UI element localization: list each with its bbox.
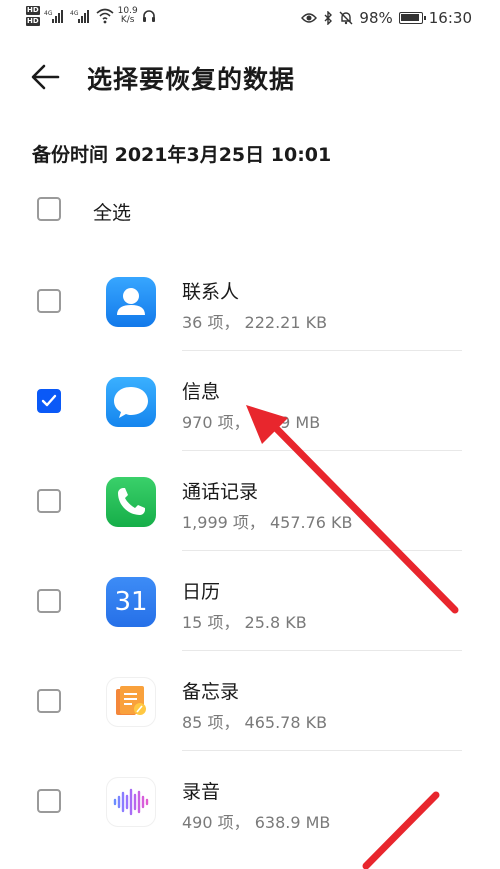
- item-checkbox[interactable]: [37, 589, 61, 613]
- item-subtitle: 15 项， 25.8 KB: [182, 613, 307, 632]
- item-checkbox[interactable]: [37, 289, 61, 313]
- list-item-notes[interactable]: 备忘录 85 项， 465.78 KB: [0, 651, 500, 751]
- phone-icon: [106, 477, 156, 527]
- item-title: 信息: [182, 381, 221, 403]
- recorder-icon: [106, 777, 156, 827]
- item-title: 日历: [182, 581, 221, 603]
- back-arrow-icon[interactable]: [30, 62, 64, 92]
- status-left: HD HD 4G 4G 10.9 K/s: [26, 6, 156, 26]
- contacts-icon: [106, 277, 156, 327]
- page-title: 选择要恢复的数据: [87, 65, 296, 94]
- cellular-signal-icon: 4G: [44, 10, 63, 23]
- item-subtitle: 490 项， 638.9 MB: [182, 813, 331, 832]
- item-title: 联系人: [182, 281, 240, 303]
- headset-icon: [142, 10, 155, 22]
- bluetooth-icon: [324, 11, 333, 25]
- list-item-call-log[interactable]: 通话记录 1,999 项， 457.76 KB: [0, 451, 500, 551]
- list-item-messages[interactable]: 信息 970 项， 3.09 MB: [0, 351, 500, 451]
- item-title: 备忘录: [182, 681, 240, 703]
- eye-icon: [301, 13, 318, 23]
- mute-bell-icon: [339, 11, 353, 25]
- list-item-recorder[interactable]: 录音 490 项， 638.9 MB: [0, 751, 500, 851]
- svg-text:4G: 4G: [70, 10, 79, 17]
- hd-badge: HD: [26, 17, 40, 26]
- svg-text:4G: 4G: [44, 10, 53, 17]
- notes-icon: [106, 677, 156, 727]
- clock: 16:30: [428, 9, 472, 27]
- status-right: 98% 16:30: [301, 9, 472, 27]
- battery-icon: [398, 12, 426, 24]
- status-bar: HD HD 4G 4G 10.9 K/s 98% 16:30: [0, 0, 500, 36]
- hd-badges: HD HD: [26, 6, 40, 26]
- battery-percent: 98%: [359, 9, 393, 27]
- item-checkbox[interactable]: [37, 689, 61, 713]
- backup-time: 备份时间 2021年3月25日 10:01: [32, 144, 332, 166]
- calendar-icon-day: 31: [114, 587, 148, 617]
- item-checkbox-checked[interactable]: [37, 389, 61, 413]
- check-icon: [41, 394, 57, 407]
- list-item-contacts[interactable]: 联系人 36 项， 222.21 KB: [0, 251, 500, 351]
- item-checkbox[interactable]: [37, 789, 61, 813]
- item-subtitle: 36 项， 222.21 KB: [182, 313, 328, 332]
- wifi-icon: [96, 8, 114, 24]
- item-subtitle: 970 项， 3.09 MB: [182, 413, 321, 432]
- hd-badge: HD: [26, 6, 40, 15]
- item-title: 通话记录: [182, 481, 259, 503]
- network-speed: 10.9 K/s: [118, 7, 138, 25]
- item-title: 录音: [182, 781, 221, 803]
- item-subtitle: 85 项， 465.78 KB: [182, 713, 328, 732]
- item-subtitle: 1,999 项， 457.76 KB: [182, 513, 353, 532]
- calendar-icon: 31: [106, 577, 156, 627]
- select-all-checkbox[interactable]: [37, 197, 61, 221]
- messages-icon: [106, 377, 156, 427]
- item-checkbox[interactable]: [37, 489, 61, 513]
- network-speed-unit: K/s: [120, 15, 135, 25]
- select-all-label: 全选: [93, 202, 132, 224]
- list-item-calendar[interactable]: 31 日历 15 项， 25.8 KB: [0, 551, 500, 651]
- header: 选择要恢复的数据: [0, 52, 500, 102]
- cellular-signal-icon: 4G: [70, 10, 89, 23]
